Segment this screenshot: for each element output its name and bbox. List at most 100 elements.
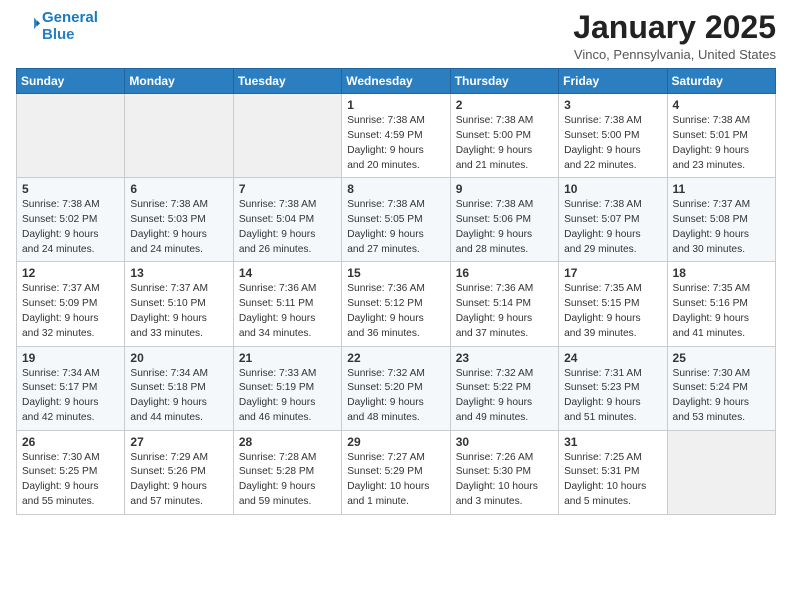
calendar-cell: 19 Sunrise: 7:34 AM Sunset: 5:17 PM Dayli… xyxy=(17,346,125,430)
day-number: 24 xyxy=(564,351,661,365)
calendar-cell: 10Sunrise: 7:38 AM Sunset: 5:07 PM Dayli… xyxy=(559,178,667,262)
cell-content: Sunrise: 7:29 AM Sunset: 5:26 PM Dayligh… xyxy=(130,451,227,510)
calendar-cell: 17 Sunrise: 7:35 AM Sunset: 5:15 PM Dayli… xyxy=(559,262,667,346)
weekday-header-friday: Friday xyxy=(559,69,667,94)
calendar-cell: 30 Sunrise: 7:26 AM Sunset: 5:30 PM Dayli… xyxy=(450,430,558,514)
cell-content: Sunrise: 7:34 AM Sunset: 5:17 PM Dayligh… xyxy=(22,367,119,426)
day-number: 23 xyxy=(456,351,553,365)
day-number: 1 xyxy=(347,98,444,112)
cell-content: Sunrise: 7:26 AM Sunset: 5:30 PM Dayligh… xyxy=(456,451,553,510)
day-number: 26 xyxy=(22,435,119,449)
weekday-header-row: SundayMondayTuesdayWednesdayThursdayFrid… xyxy=(17,69,776,94)
calendar: SundayMondayTuesdayWednesdayThursdayFrid… xyxy=(16,68,776,515)
cell-content: Sunrise: 7:30 AM Sunset: 5:24 PM Dayligh… xyxy=(673,367,770,426)
day-number: 30 xyxy=(456,435,553,449)
cell-content: Sunrise: 7:35 AM Sunset: 5:15 PM Dayligh… xyxy=(564,282,661,341)
day-number: 2 xyxy=(456,98,553,112)
calendar-cell: 25 Sunrise: 7:30 AM Sunset: 5:24 PM Dayli… xyxy=(667,346,775,430)
cell-content: Sunrise: 7:38 AM Sunset: 5:04 PM Dayligh… xyxy=(239,198,336,257)
month-title: January 2025 xyxy=(573,10,776,45)
day-number: 14 xyxy=(239,266,336,280)
calendar-cell: 11 Sunrise: 7:37 AM Sunset: 5:08 PM Dayli… xyxy=(667,178,775,262)
logo: General Blue xyxy=(16,10,98,43)
day-number: 31 xyxy=(564,435,661,449)
calendar-cell: 24 Sunrise: 7:31 AM Sunset: 5:23 PM Dayli… xyxy=(559,346,667,430)
cell-content: Sunrise: 7:38 AM Sunset: 4:59 PM Dayligh… xyxy=(347,114,444,173)
weekday-header-sunday: Sunday xyxy=(17,69,125,94)
cell-content: Sunrise: 7:32 AM Sunset: 5:20 PM Dayligh… xyxy=(347,367,444,426)
calendar-cell xyxy=(125,94,233,178)
calendar-cell: 5 Sunrise: 7:38 AM Sunset: 5:02 PM Daylig… xyxy=(17,178,125,262)
day-number: 15 xyxy=(347,266,444,280)
day-number: 16 xyxy=(456,266,553,280)
calendar-cell: 23Sunrise: 7:32 AM Sunset: 5:22 PM Dayli… xyxy=(450,346,558,430)
calendar-cell: 9Sunrise: 7:38 AM Sunset: 5:06 PM Daylig… xyxy=(450,178,558,262)
calendar-cell: 29Sunrise: 7:27 AM Sunset: 5:29 PM Dayli… xyxy=(342,430,450,514)
week-row-5: 26 Sunrise: 7:30 AM Sunset: 5:25 PM Dayli… xyxy=(17,430,776,514)
day-number: 19 xyxy=(22,351,119,365)
cell-content: Sunrise: 7:28 AM Sunset: 5:28 PM Dayligh… xyxy=(239,451,336,510)
day-number: 8 xyxy=(347,182,444,196)
cell-content: Sunrise: 7:25 AM Sunset: 5:31 PM Dayligh… xyxy=(564,451,661,510)
cell-content: Sunrise: 7:38 AM Sunset: 5:02 PM Dayligh… xyxy=(22,198,119,257)
day-number: 4 xyxy=(673,98,770,112)
cell-content: Sunrise: 7:27 AM Sunset: 5:29 PM Dayligh… xyxy=(347,451,444,510)
day-number: 27 xyxy=(130,435,227,449)
calendar-cell: 1 Sunrise: 7:38 AM Sunset: 4:59 PM Daylig… xyxy=(342,94,450,178)
calendar-cell: 16 Sunrise: 7:36 AM Sunset: 5:14 PM Dayli… xyxy=(450,262,558,346)
day-number: 25 xyxy=(673,351,770,365)
day-number: 18 xyxy=(673,266,770,280)
calendar-cell: 18 Sunrise: 7:35 AM Sunset: 5:16 PM Dayli… xyxy=(667,262,775,346)
calendar-cell: 14 Sunrise: 7:36 AM Sunset: 5:11 PM Dayli… xyxy=(233,262,341,346)
logo-blue: Blue xyxy=(42,26,75,43)
cell-content: Sunrise: 7:36 AM Sunset: 5:12 PM Dayligh… xyxy=(347,282,444,341)
calendar-cell: 15 Sunrise: 7:36 AM Sunset: 5:12 PM Dayli… xyxy=(342,262,450,346)
calendar-cell: 3Sunrise: 7:38 AM Sunset: 5:00 PM Daylig… xyxy=(559,94,667,178)
day-number: 7 xyxy=(239,182,336,196)
weekday-header-saturday: Saturday xyxy=(667,69,775,94)
cell-content: Sunrise: 7:38 AM Sunset: 5:07 PM Dayligh… xyxy=(564,198,661,257)
cell-content: Sunrise: 7:31 AM Sunset: 5:23 PM Dayligh… xyxy=(564,367,661,426)
weekday-header-thursday: Thursday xyxy=(450,69,558,94)
weekday-header-tuesday: Tuesday xyxy=(233,69,341,94)
logo-general: General xyxy=(42,9,98,26)
calendar-cell: 20 Sunrise: 7:34 AM Sunset: 5:18 PM Dayli… xyxy=(125,346,233,430)
calendar-cell: 13Sunrise: 7:37 AM Sunset: 5:10 PM Dayli… xyxy=(125,262,233,346)
week-row-1: 1 Sunrise: 7:38 AM Sunset: 4:59 PM Daylig… xyxy=(17,94,776,178)
cell-content: Sunrise: 7:36 AM Sunset: 5:14 PM Dayligh… xyxy=(456,282,553,341)
week-row-3: 12Sunrise: 7:37 AM Sunset: 5:09 PM Dayli… xyxy=(17,262,776,346)
calendar-cell: 22Sunrise: 7:32 AM Sunset: 5:20 PM Dayli… xyxy=(342,346,450,430)
calendar-cell: 26 Sunrise: 7:30 AM Sunset: 5:25 PM Dayli… xyxy=(17,430,125,514)
calendar-cell: 2Sunrise: 7:38 AM Sunset: 5:00 PM Daylig… xyxy=(450,94,558,178)
day-number: 12 xyxy=(22,266,119,280)
calendar-cell: 12Sunrise: 7:37 AM Sunset: 5:09 PM Dayli… xyxy=(17,262,125,346)
cell-content: Sunrise: 7:38 AM Sunset: 5:05 PM Dayligh… xyxy=(347,198,444,257)
calendar-cell: 8 Sunrise: 7:38 AM Sunset: 5:05 PM Daylig… xyxy=(342,178,450,262)
week-row-2: 5 Sunrise: 7:38 AM Sunset: 5:02 PM Daylig… xyxy=(17,178,776,262)
day-number: 9 xyxy=(456,182,553,196)
calendar-cell xyxy=(17,94,125,178)
header: General Blue January 2025 Vinco, Pennsyl… xyxy=(16,10,776,62)
cell-content: Sunrise: 7:38 AM Sunset: 5:03 PM Dayligh… xyxy=(130,198,227,257)
cell-content: Sunrise: 7:36 AM Sunset: 5:11 PM Dayligh… xyxy=(239,282,336,341)
day-number: 17 xyxy=(564,266,661,280)
calendar-cell: 28 Sunrise: 7:28 AM Sunset: 5:28 PM Dayli… xyxy=(233,430,341,514)
title-block: January 2025 Vinco, Pennsylvania, United… xyxy=(573,10,776,62)
cell-content: Sunrise: 7:30 AM Sunset: 5:25 PM Dayligh… xyxy=(22,451,119,510)
week-row-4: 19 Sunrise: 7:34 AM Sunset: 5:17 PM Dayli… xyxy=(17,346,776,430)
logo-icon xyxy=(18,13,40,35)
day-number: 5 xyxy=(22,182,119,196)
day-number: 11 xyxy=(673,182,770,196)
day-number: 20 xyxy=(130,351,227,365)
day-number: 6 xyxy=(130,182,227,196)
calendar-cell xyxy=(233,94,341,178)
cell-content: Sunrise: 7:34 AM Sunset: 5:18 PM Dayligh… xyxy=(130,367,227,426)
calendar-cell: 27 Sunrise: 7:29 AM Sunset: 5:26 PM Dayli… xyxy=(125,430,233,514)
weekday-header-wednesday: Wednesday xyxy=(342,69,450,94)
calendar-cell: 7 Sunrise: 7:38 AM Sunset: 5:04 PM Daylig… xyxy=(233,178,341,262)
cell-content: Sunrise: 7:37 AM Sunset: 5:10 PM Dayligh… xyxy=(130,282,227,341)
cell-content: Sunrise: 7:35 AM Sunset: 5:16 PM Dayligh… xyxy=(673,282,770,341)
day-number: 28 xyxy=(239,435,336,449)
cell-content: Sunrise: 7:37 AM Sunset: 5:08 PM Dayligh… xyxy=(673,198,770,257)
weekday-header-monday: Monday xyxy=(125,69,233,94)
